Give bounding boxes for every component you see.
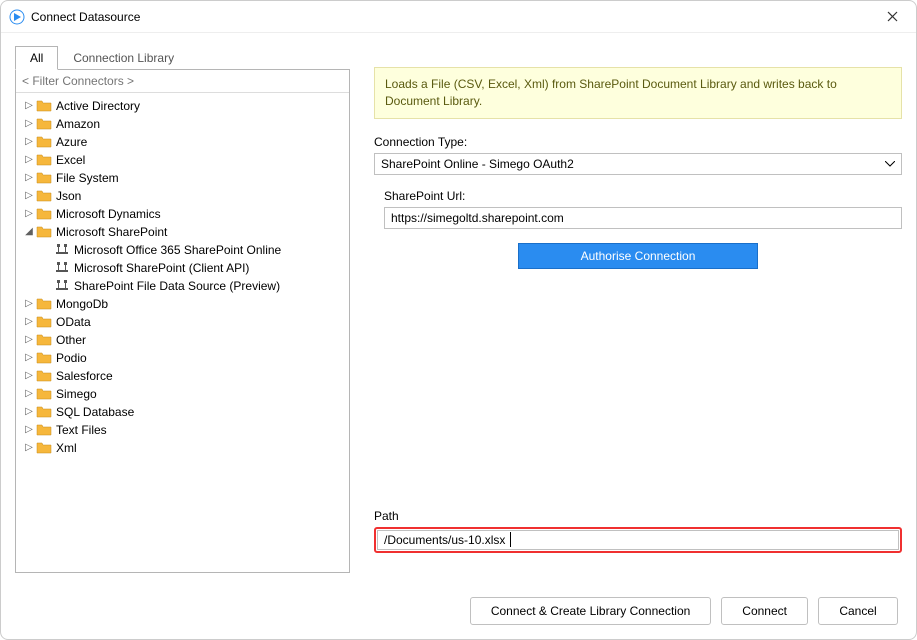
- tree-item-label: Microsoft Office 365 SharePoint Online: [74, 243, 281, 257]
- tree-folder[interactable]: ▷ Active Directory: [16, 97, 349, 115]
- app-icon: [9, 9, 25, 25]
- folder-icon: [36, 351, 52, 365]
- connect-create-library-button[interactable]: Connect & Create Library Connection: [470, 597, 711, 625]
- chevron-right-icon[interactable]: ▷: [22, 389, 36, 399]
- authorise-connection-button[interactable]: Authorise Connection: [518, 243, 758, 269]
- tree-item[interactable]: Microsoft Office 365 SharePoint Online: [16, 241, 349, 259]
- folder-icon: [36, 297, 52, 311]
- chevron-right-icon[interactable]: ▷: [22, 317, 36, 327]
- text-cursor: [510, 532, 511, 547]
- path-label: Path: [374, 509, 902, 523]
- tree-item-label: Active Directory: [56, 99, 140, 113]
- chevron-down-icon[interactable]: ◢: [22, 227, 36, 237]
- cancel-button[interactable]: Cancel: [818, 597, 898, 625]
- folder-icon: [36, 441, 52, 455]
- folder-icon: [36, 153, 52, 167]
- tree-folder[interactable]: ▷ Json: [16, 187, 349, 205]
- folder-icon: [36, 333, 52, 347]
- chevron-right-icon[interactable]: ▷: [22, 335, 36, 345]
- tree-item-label: Json: [56, 189, 81, 203]
- connection-type-label: Connection Type:: [374, 135, 902, 149]
- tree-folder[interactable]: ▷ Xml: [16, 439, 349, 457]
- folder-icon: [36, 135, 52, 149]
- close-button[interactable]: [876, 3, 908, 31]
- sharepoint-url-label: SharePoint Url:: [384, 189, 902, 203]
- tree-folder[interactable]: ▷ Microsoft Dynamics: [16, 205, 349, 223]
- folder-icon: [36, 423, 52, 437]
- close-icon: [887, 11, 898, 22]
- folder-icon: [36, 225, 52, 239]
- tab-bar: All Connection Library: [15, 46, 350, 70]
- window-title: Connect Datasource: [31, 10, 140, 24]
- tree-item-label: Microsoft SharePoint (Client API): [74, 261, 249, 275]
- path-input-highlight: [374, 527, 902, 553]
- chevron-right-icon[interactable]: ▷: [22, 407, 36, 417]
- sharepoint-url-input[interactable]: [384, 207, 902, 229]
- tree-item-label: Microsoft SharePoint: [56, 225, 167, 239]
- folder-icon: [36, 369, 52, 383]
- chevron-right-icon[interactable]: ▷: [22, 155, 36, 165]
- tree-item-label: Other: [56, 333, 86, 347]
- chevron-right-icon[interactable]: ▷: [22, 425, 36, 435]
- chevron-right-icon[interactable]: ▷: [22, 119, 36, 129]
- connectors-tree[interactable]: ▷ Active Directory ▷ Amazon ▷ Azure ▷ Excel ▷ Fil…: [16, 93, 349, 572]
- tree-folder[interactable]: ▷ MongoDb: [16, 295, 349, 313]
- tree-item-label: Salesforce: [56, 369, 113, 383]
- tree-folder[interactable]: ▷ Salesforce: [16, 367, 349, 385]
- chevron-right-icon[interactable]: ▷: [22, 137, 36, 147]
- folder-icon: [36, 315, 52, 329]
- tree-folder[interactable]: ▷ Other: [16, 331, 349, 349]
- tree-item-label: File System: [56, 171, 119, 185]
- chevron-right-icon[interactable]: ▷: [22, 299, 36, 309]
- tree-folder[interactable]: ▷ Simego: [16, 385, 349, 403]
- connector-icon: [54, 243, 70, 257]
- filter-connectors-input[interactable]: [16, 70, 349, 93]
- tab-connection-library[interactable]: Connection Library: [58, 46, 189, 70]
- folder-icon: [36, 171, 52, 185]
- connection-type-select[interactable]: SharePoint Online - Simego OAuth2: [374, 153, 902, 175]
- folder-icon: [36, 117, 52, 131]
- chevron-right-icon[interactable]: ▷: [22, 371, 36, 381]
- tree-folder[interactable]: ▷ File System: [16, 169, 349, 187]
- tree-item-label: Xml: [56, 441, 77, 455]
- tree-item-label: OData: [56, 315, 91, 329]
- chevron-right-icon[interactable]: ▷: [22, 209, 36, 219]
- folder-icon: [36, 405, 52, 419]
- info-banner: Loads a File (CSV, Excel, Xml) from Shar…: [374, 67, 902, 119]
- tree-folder[interactable]: ◢ Microsoft SharePoint: [16, 223, 349, 241]
- path-input[interactable]: [377, 530, 899, 550]
- connector-icon: [54, 261, 70, 275]
- tree-item-label: SQL Database: [56, 405, 134, 419]
- tree-item[interactable]: Microsoft SharePoint (Client API): [16, 259, 349, 277]
- chevron-right-icon[interactable]: ▷: [22, 443, 36, 453]
- folder-icon: [36, 207, 52, 221]
- tree-folder[interactable]: ▷ Azure: [16, 133, 349, 151]
- tree-item-label: Text Files: [56, 423, 107, 437]
- folder-icon: [36, 387, 52, 401]
- chevron-right-icon[interactable]: ▷: [22, 191, 36, 201]
- chevron-right-icon[interactable]: ▷: [22, 353, 36, 363]
- folder-icon: [36, 99, 52, 113]
- tab-all[interactable]: All: [15, 46, 58, 70]
- tree-folder[interactable]: ▷ SQL Database: [16, 403, 349, 421]
- tree-item-label: Microsoft Dynamics: [56, 207, 161, 221]
- tree-item-label: Amazon: [56, 117, 100, 131]
- chevron-right-icon[interactable]: ▷: [22, 173, 36, 183]
- tree-folder[interactable]: ▷ Amazon: [16, 115, 349, 133]
- tree-item-label: SharePoint File Data Source (Preview): [74, 279, 280, 293]
- tree-item-label: Podio: [56, 351, 87, 365]
- tree-item-label: Excel: [56, 153, 85, 167]
- tree-folder[interactable]: ▷ Podio: [16, 349, 349, 367]
- connect-button[interactable]: Connect: [721, 597, 808, 625]
- tree-item-label: Azure: [56, 135, 87, 149]
- connector-icon: [54, 279, 70, 293]
- tree-folder[interactable]: ▷ Excel: [16, 151, 349, 169]
- tree-item-label: Simego: [56, 387, 97, 401]
- tree-item[interactable]: SharePoint File Data Source (Preview): [16, 277, 349, 295]
- chevron-right-icon[interactable]: ▷: [22, 101, 36, 111]
- tree-item-label: MongoDb: [56, 297, 108, 311]
- tree-folder[interactable]: ▷ Text Files: [16, 421, 349, 439]
- folder-icon: [36, 189, 52, 203]
- tree-folder[interactable]: ▷ OData: [16, 313, 349, 331]
